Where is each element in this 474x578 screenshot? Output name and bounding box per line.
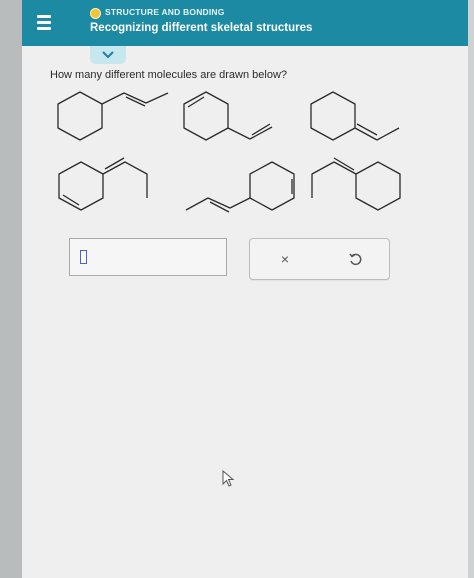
clear-button[interactable]: ×	[250, 239, 320, 279]
molecule-6	[311, 157, 401, 211]
molecule-1	[57, 91, 169, 141]
action-buttons: ×	[249, 238, 390, 280]
molecule-5	[185, 161, 295, 213]
molecule-4	[58, 157, 148, 211]
mouse-pointer-icon	[222, 470, 235, 487]
undo-button[interactable]	[320, 239, 390, 279]
molecule-3	[310, 91, 400, 141]
text-cursor	[80, 250, 87, 264]
molecule-2	[183, 91, 273, 141]
molecule-drawings	[57, 91, 401, 213]
answer-input[interactable]	[69, 238, 227, 276]
undo-icon	[349, 253, 362, 266]
